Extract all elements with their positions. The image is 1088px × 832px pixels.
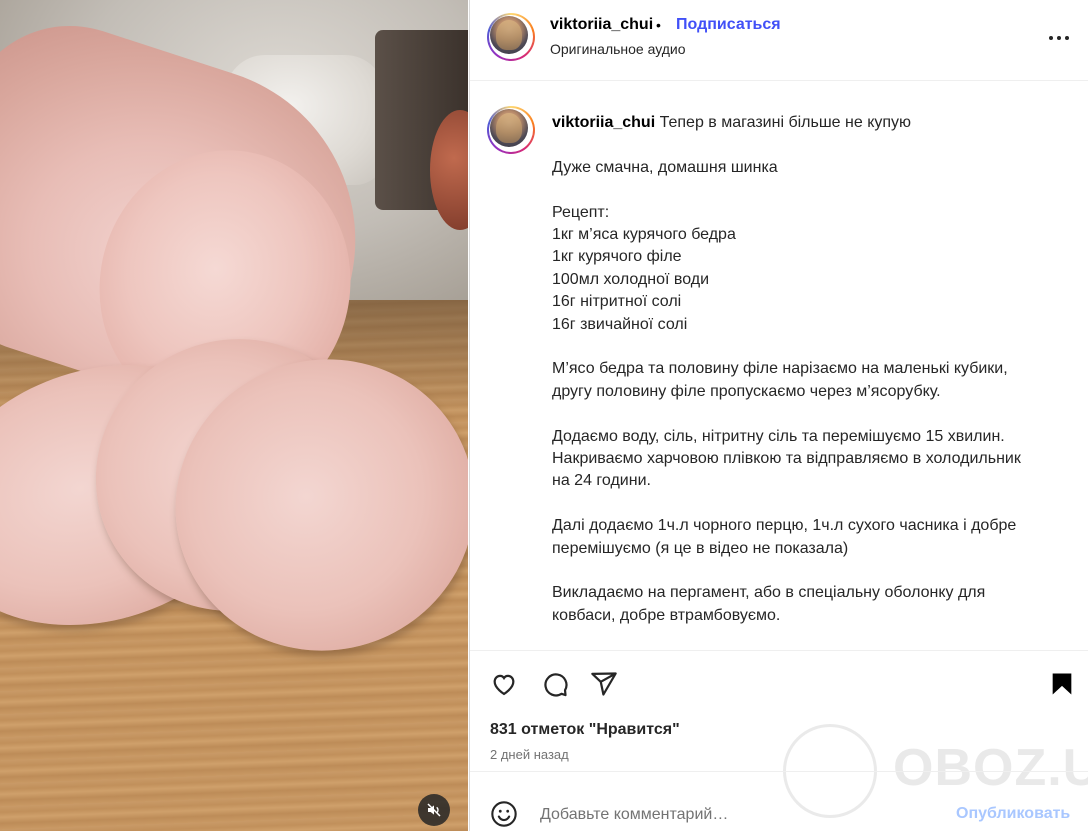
likes-count[interactable]: 831 отметок "Нравится" [490,721,680,739]
caption-line: ковбаси, добре втрамбовуємо. [552,606,781,624]
caption-line: Викладаємо на пергамент, або в спеціальн… [552,584,986,602]
caption-paragraph: Викладаємо на пергамент, або в спеціальн… [552,582,1072,627]
username-link[interactable]: viktoriia_chui [550,16,653,34]
action-bar: 831 отметок "Нравится" 2 дней назад OBOZ… [470,650,1088,818]
share-icon [591,672,617,696]
caption-line: 1кг м’яса курячого бедра [552,226,736,243]
caption-line: на 24 години. [552,472,651,490]
emoji-button[interactable] [488,798,520,830]
separator-dot: • [656,17,661,33]
comment-button[interactable] [537,666,573,702]
mute-button[interactable] [418,794,450,826]
caption-paragraphs: Дуже смачна, домашня шинка Рецепт: 1кг м’я… [552,157,1072,627]
caption-line: 16г звичайної солі [552,315,688,333]
caption-line: Далі додаємо 1ч.л чорного перцю, 1ч.л су… [552,517,1017,535]
caption-line: 1кг курячого філе [552,248,682,266]
caption-paragraph: М’ясо бедра та половину філе нарізаємо н… [552,358,1072,403]
caption-line: Рецепт: [552,203,610,221]
caption-line: Додаємо воду, сіль, нітритну сіль та пер… [552,427,1005,445]
audio-link[interactable]: Оригинальное аудио [550,41,686,57]
caption-paragraph: Додаємо воду, сіль, нітритну сіль та пер… [552,426,1072,493]
post-panel: viktoriia_chui • Подписаться Оригинально… [469,0,1088,831]
caption-line: 16г нітритної солі [552,293,682,311]
caption-line: Дуже смачна, домашня шинка [552,158,778,176]
caption-first-paragraph: viktoriia_chui Тепер в магазині більше н… [552,112,1072,134]
caption-line: Накриваємо харчовою плівкою та відправля… [552,450,1021,468]
caption-avatar[interactable] [487,106,535,154]
more-horizontal-icon [1049,36,1053,40]
save-button[interactable] [1044,666,1080,702]
publish-button[interactable]: Опубликовать [956,805,1070,823]
avatar-image [490,16,528,54]
comment-icon [544,673,568,697]
caption-text: viktoriia_chui Тепер в магазині більше н… [552,112,1072,650]
post-header: viktoriia_chui • Подписаться Оригинально… [470,0,1088,81]
caption-line: М’ясо бедра та половину філе нарізаємо н… [552,360,1008,378]
speaker-muted-icon [427,803,441,817]
like-button[interactable] [486,666,522,702]
avatar-image [490,109,528,147]
caption-first-line: Тепер в магазині більше не купую [659,114,912,131]
post-media[interactable] [0,0,468,831]
heart-icon [493,674,515,696]
post-time[interactable]: 2 дней назад [490,747,569,762]
avatar[interactable] [487,13,535,61]
caption-line: другу половину філе пропускаємо через м’… [552,382,941,400]
caption-paragraph: Рецепт: 1кг м’яса курячого бедра 1кг куряч… [552,202,1072,336]
share-button[interactable] [586,666,622,702]
comment-bar: Опубликовать [470,771,1088,832]
follow-button[interactable]: Подписаться [676,16,781,34]
emoji-icon [491,801,517,827]
caption-username[interactable]: viktoriia_chui [552,114,655,131]
caption-paragraph: Дуже смачна, домашня шинка [552,157,1072,179]
comment-input[interactable] [538,802,942,828]
caption-line: 100мл холодної води [552,270,710,288]
bookmark-icon [1052,673,1072,695]
more-options-button[interactable] [1044,26,1074,50]
caption-section: viktoriia_chui Тепер в магазині більше н… [470,82,1088,650]
caption-paragraph: Далі додаємо 1ч.л чорного перцю, 1ч.л су… [552,515,1072,560]
caption-line: перемішуємо (я це в відео не показала) [552,539,849,557]
